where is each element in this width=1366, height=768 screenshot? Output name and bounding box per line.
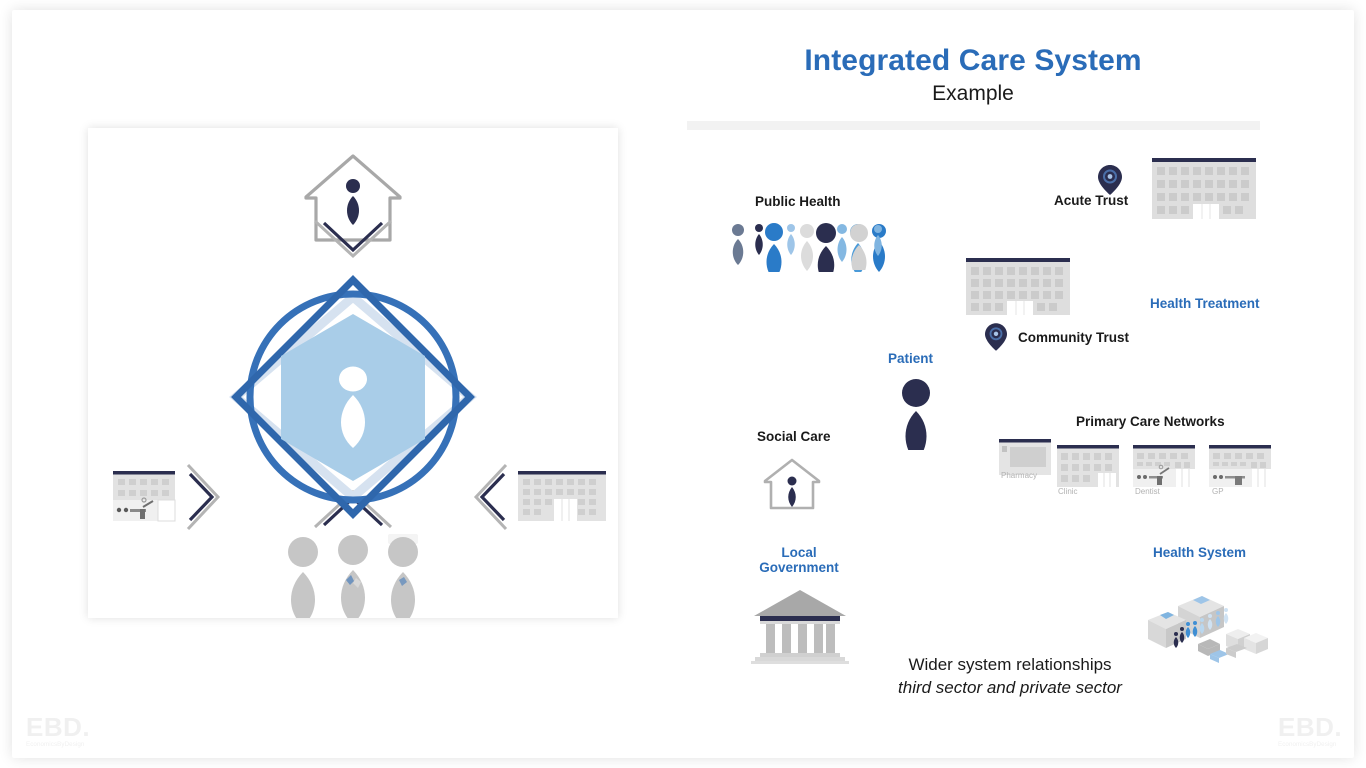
gp-building-icon (1209, 445, 1271, 487)
page-title: Integrated Care System (804, 44, 1142, 77)
label-patient: Patient (888, 351, 934, 366)
label-dentist: Dentist (1135, 487, 1160, 496)
wider-system-line2: third sector and private sector (898, 678, 1122, 698)
label-gp: GP (1212, 487, 1224, 496)
government-building-icon (751, 590, 849, 664)
label-social-care: Social Care (757, 429, 831, 444)
patient-person-icon (902, 379, 930, 450)
dentist-building-icon (1133, 445, 1195, 487)
social-care-home-icon (763, 458, 821, 510)
integrated-care-wheel-diagram (113, 154, 606, 618)
page-subtitle: Example (932, 82, 1014, 105)
public-health-crowd-secondary-icon (850, 224, 882, 270)
health-system-city-icon (1148, 596, 1268, 663)
label-local-government-line1: Local (781, 545, 817, 560)
ebd-logo-bottom-left: EBD. EconomicsByDesign (26, 714, 108, 750)
title-block: Integrated Care System Example (683, 44, 1263, 106)
ebd-logo-tagline: EconomicsByDesign (1278, 741, 1337, 748)
label-health-treatment: Health Treatment (1150, 296, 1260, 311)
label-primary-care-networks: Primary Care Networks (1076, 414, 1225, 429)
people-group-icon (288, 534, 418, 618)
header-divider (687, 121, 1260, 130)
ebd-logo-tagline: EconomicsByDesign (26, 741, 85, 748)
ebd-logo-bottom-right: EBD. EconomicsByDesign (1278, 714, 1360, 750)
label-pharmacy: Pharmacy (1001, 471, 1038, 480)
label-local-government-line2: Government (759, 560, 839, 575)
wider-system-line1: Wider system relationships (908, 655, 1112, 674)
chevron-right-icon (186, 463, 221, 531)
clinic-building-icon (113, 471, 176, 522)
ebd-logo-text: EBD. (26, 712, 91, 742)
center-wheel (229, 275, 477, 519)
map-pin-icon (985, 323, 1007, 351)
map-pin-icon (1098, 165, 1122, 195)
label-health-system: Health System (1153, 545, 1247, 560)
clinic-building-icon (1057, 445, 1119, 487)
community-trust-building-icon (966, 258, 1070, 315)
chevron-left-icon (473, 463, 508, 531)
label-local-government: Local Government (738, 545, 860, 575)
wider-system-note: Wider system relationships third sector … (855, 653, 1165, 699)
pharmacy-building-icon (999, 439, 1051, 475)
slide-canvas: Integrated Care System Example Public He… (0, 0, 1366, 768)
label-clinic: Clinic (1058, 487, 1078, 496)
label-public-health: Public Health (755, 194, 841, 209)
ebd-logo-text: EBD. (1278, 712, 1343, 742)
label-community-trust: Community Trust (1018, 330, 1130, 345)
hospital-building-icon (518, 471, 606, 521)
acute-trust-building-icon (1152, 158, 1256, 219)
integrated-care-wheel-panel (88, 128, 618, 618)
